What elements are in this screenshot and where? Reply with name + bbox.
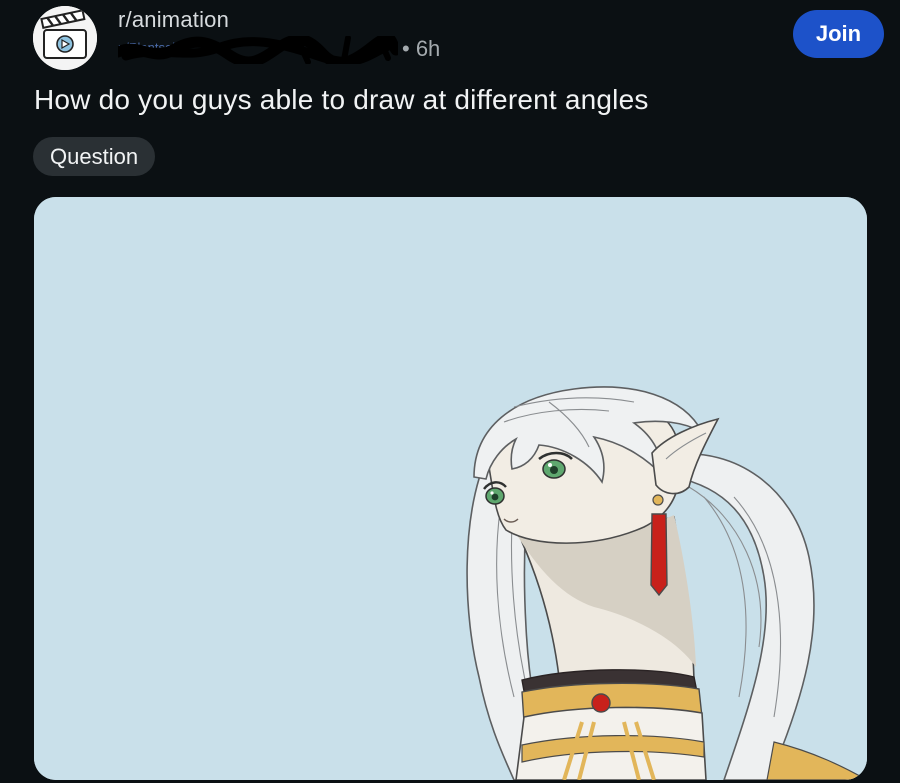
post-title[interactable]: How do you guys able to draw at differen… <box>34 84 649 116</box>
post-time: • 6h <box>402 36 441 61</box>
username-redacted[interactable]: u/Plantsaint <box>118 36 398 64</box>
post-meta: u/Plantsaint • 6h <box>118 36 458 64</box>
subreddit-avatar[interactable] <box>33 6 97 70</box>
flair-tag[interactable]: Question <box>33 137 156 176</box>
join-button[interactable]: Join <box>793 10 884 58</box>
subreddit-name[interactable]: r/animation <box>118 7 229 33</box>
character-illustration <box>34 197 867 780</box>
redaction-scribble <box>118 36 398 64</box>
post-image[interactable] <box>34 197 867 780</box>
clapperboard-play-icon <box>33 6 97 70</box>
post-header: r/animation u/Plantsaint • 6h Join <box>0 0 900 80</box>
